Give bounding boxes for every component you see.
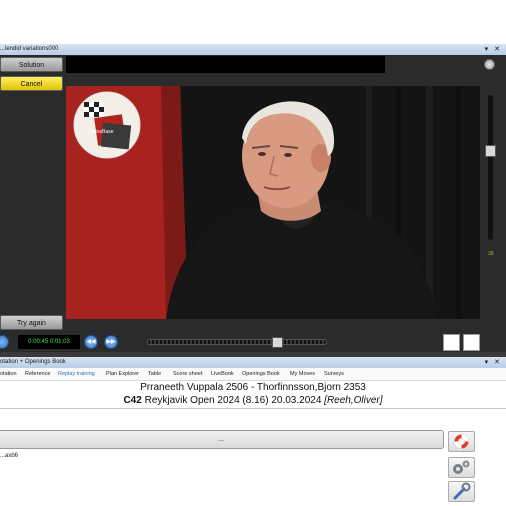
tab-livebook[interactable]: LiveBook bbox=[211, 368, 234, 380]
volume-slider-handle[interactable] bbox=[485, 145, 496, 157]
notation-tabs: otation Reference Replay training Plan E… bbox=[0, 368, 506, 381]
tab-notation[interactable]: otation bbox=[0, 368, 17, 380]
annotator: [Reeh,Oliver] bbox=[324, 395, 383, 406]
lifebuoy-icon[interactable] bbox=[448, 431, 475, 452]
video-pane-title: ...lendid variations000 bbox=[0, 46, 59, 52]
seek-bar[interactable] bbox=[147, 339, 327, 345]
move-selector-bar[interactable]: ... bbox=[0, 430, 444, 449]
chessbase-logo: ChessBase bbox=[73, 91, 141, 159]
header-divider bbox=[0, 408, 506, 409]
video-frame[interactable]: ChessBase bbox=[66, 86, 480, 319]
tab-openings-book[interactable]: Openings Book bbox=[242, 368, 280, 380]
notation-pane-title: otation + Openings Book bbox=[0, 359, 66, 365]
game-event-line: C42 Reykjavik Open 2024 (8.16) 20.03.202… bbox=[0, 395, 506, 406]
video-info-bar bbox=[66, 56, 385, 73]
tab-reference[interactable]: Reference bbox=[25, 368, 50, 380]
view-toggle-1[interactable] bbox=[443, 334, 460, 351]
tab-my-moves[interactable]: My Moves bbox=[290, 368, 315, 380]
black-player: Thorfinnsson,Bjorn bbox=[256, 382, 341, 393]
solution-button[interactable]: Solution bbox=[0, 57, 63, 72]
tab-replay-training[interactable]: Replay training bbox=[58, 368, 95, 380]
notation-pane-window-buttons[interactable]: ▾ ✕ bbox=[485, 357, 502, 368]
video-pane-window-buttons[interactable]: ▾ ✕ bbox=[485, 44, 502, 55]
game-players-line: Prraneeth Vuppala 2506 - Thorfinnsson,Bj… bbox=[0, 382, 506, 393]
white-elo: 2506 bbox=[225, 382, 249, 393]
forward-icon[interactable]: ▶▶ bbox=[104, 335, 118, 349]
white-player: Prraneeth Vuppala bbox=[140, 382, 224, 393]
volume-level: 38 bbox=[488, 251, 494, 257]
pin-icon[interactable] bbox=[484, 59, 495, 70]
logo-text: ChessBase bbox=[88, 129, 114, 135]
cancel-button[interactable]: Cancel bbox=[0, 76, 63, 91]
wrench-icon[interactable] bbox=[448, 481, 475, 502]
timecode-display: 0:00:45 0:01:03 bbox=[18, 335, 80, 349]
event-info: Reykjavik Open 2024 (8.16) 20.03.2024 bbox=[144, 395, 322, 406]
video-image: ChessBase bbox=[66, 86, 480, 319]
tab-score-sheet[interactable]: Score sheet bbox=[173, 368, 202, 380]
eco-code: C42 bbox=[123, 395, 142, 406]
tab-table[interactable]: Table bbox=[148, 368, 161, 380]
volume-slider-track[interactable] bbox=[488, 95, 493, 240]
seek-handle[interactable] bbox=[272, 337, 283, 348]
view-toggle-2[interactable] bbox=[463, 334, 480, 351]
gears-icon[interactable] bbox=[448, 457, 475, 478]
try-again-button[interactable]: Try again bbox=[0, 315, 63, 330]
moves-text[interactable]: ...axb6 bbox=[0, 453, 18, 459]
tab-plan-explorer[interactable]: Plan Explorer bbox=[106, 368, 139, 380]
tab-surveys[interactable]: Surveys bbox=[324, 368, 344, 380]
black-elo: 2353 bbox=[343, 382, 366, 393]
rewind-icon[interactable]: ◀◀ bbox=[84, 335, 98, 349]
players-separator: - bbox=[248, 382, 257, 393]
